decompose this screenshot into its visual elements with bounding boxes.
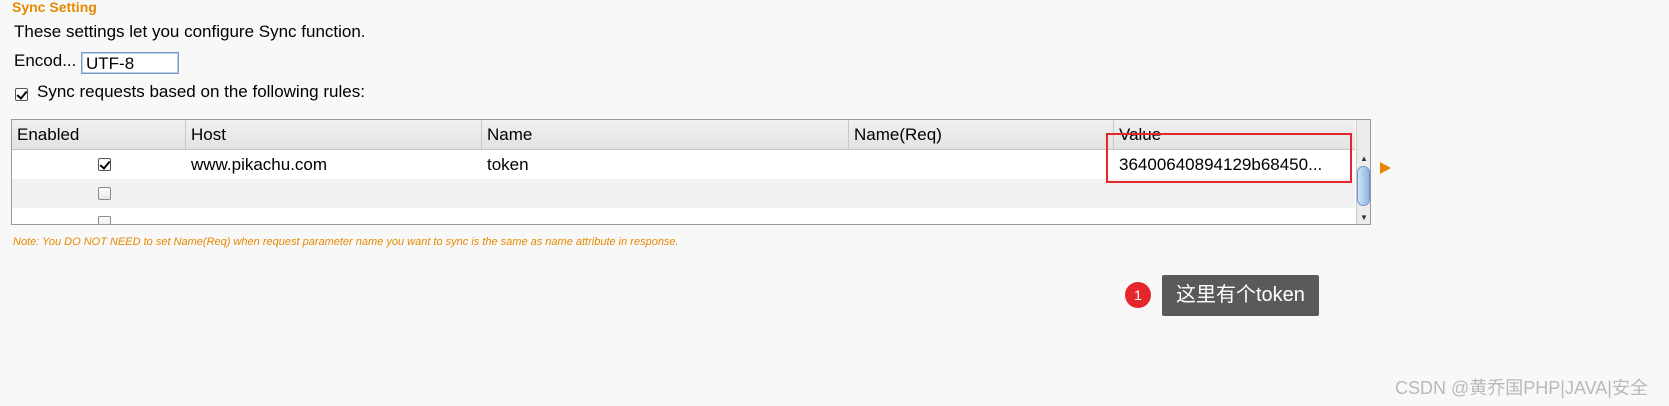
scroll-down-icon[interactable]: ▼ [1357, 212, 1370, 224]
row-enabled-checkbox[interactable] [98, 187, 111, 200]
table-row[interactable] [12, 179, 1355, 208]
section-title: Sync Setting [12, 0, 97, 15]
row-name: token [487, 155, 529, 174]
row-enabled-checkbox[interactable] [98, 158, 111, 171]
scroll-up-icon[interactable]: ▲ [1357, 153, 1370, 165]
expand-arrow-icon[interactable] [1380, 162, 1391, 174]
sync-rules-label: Sync requests based on the following rul… [37, 82, 365, 101]
annotation-badge: 1 [1125, 282, 1151, 308]
encoding-input[interactable]: UTF-8 [81, 52, 179, 74]
row-host: www.pikachu.com [191, 155, 328, 174]
description-text: These settings let you configure Sync fu… [14, 22, 366, 41]
vertical-scrollbar[interactable]: ▲ ▼ [1356, 120, 1370, 224]
table-row[interactable] [12, 208, 1355, 224]
scroll-thumb[interactable] [1357, 166, 1370, 206]
column-header-enabled[interactable]: Enabled [12, 120, 186, 149]
sync-rules-checkbox[interactable] [15, 88, 28, 101]
column-header-name-req[interactable]: Name(Req) [849, 120, 1114, 149]
encoding-label: Encod... [14, 51, 77, 70]
watermark: CSDN @黄乔国PHP|JAVA|安全 [1395, 378, 1648, 398]
column-header-name[interactable]: Name [482, 120, 849, 149]
row-enabled-checkbox[interactable] [98, 216, 111, 224]
row-name-req [849, 150, 854, 179]
annotation-tooltip: 这里有个token [1162, 275, 1319, 316]
value-highlight-box [1106, 133, 1352, 183]
column-header-host[interactable]: Host [186, 120, 482, 149]
note-text: Note: You DO NOT NEED to set Name(Req) w… [13, 236, 679, 248]
